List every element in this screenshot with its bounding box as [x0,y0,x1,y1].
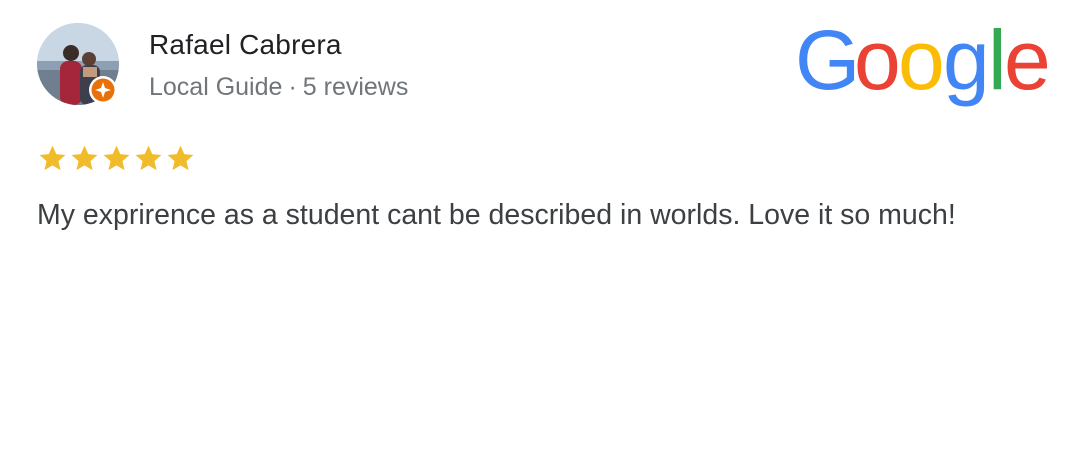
meta-separator: · [288,73,297,101]
reviewer-meta: Local Guide · 5 reviews [149,73,408,102]
star-rating [37,143,196,174]
review-text: My exprirence as a student cant be descr… [37,199,956,231]
reviewer-level: Local Guide [149,73,283,101]
local-guide-badge-icon [88,75,118,105]
star-icon [71,145,98,171]
svg-text:e: e [1004,27,1047,107]
star-icon [135,145,162,171]
logo-letter-G: G [795,27,860,107]
star-icon [39,145,66,171]
star-icon [103,145,130,171]
google-logo: G o o g l e [795,13,1051,117]
reviews-count[interactable]: 5 reviews [303,73,409,101]
reviewer-name[interactable]: Rafael Cabrera [149,29,342,61]
star-icon [167,145,194,171]
svg-text:g: g [943,27,990,107]
avatar[interactable] [37,23,119,105]
review-card: Rafael Cabrera Local Guide · 5 reviews G o… [0,0,1071,468]
svg-text:o: o [854,27,901,107]
svg-text:o: o [898,27,945,107]
